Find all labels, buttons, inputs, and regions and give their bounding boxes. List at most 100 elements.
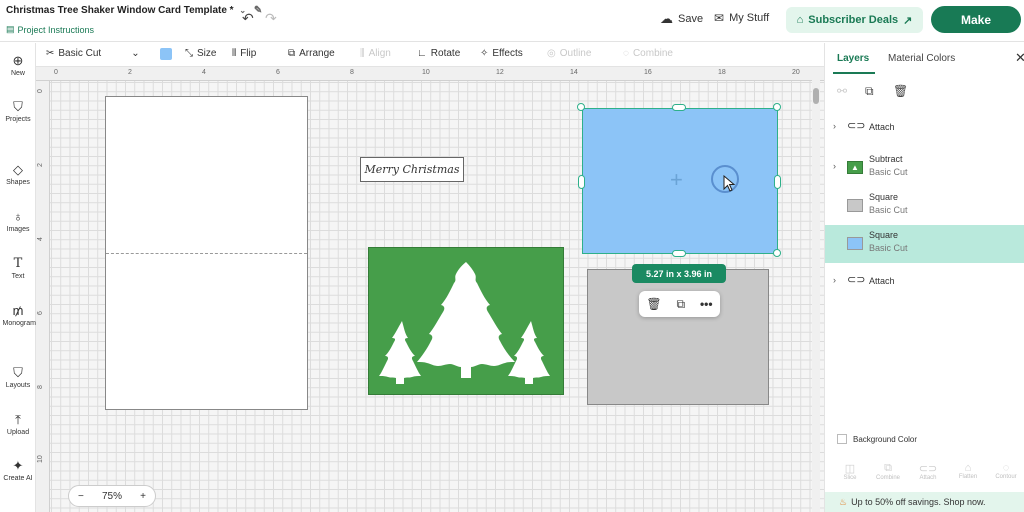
resize-handle-top[interactable]: [672, 104, 686, 111]
rotate-button[interactable]: ∟ Rotate: [417, 48, 460, 59]
combine-button[interactable]: ◌ Combine: [623, 48, 673, 59]
mail-icon: ✉: [714, 11, 725, 25]
arrange-label: Arrange: [299, 48, 335, 59]
save-button[interactable]: ☁ Save: [660, 11, 703, 27]
subscriber-deals-button[interactable]: ⌂ Subscriber Deals ↗: [786, 7, 923, 33]
make-button[interactable]: Make: [931, 6, 1021, 33]
tab-layers[interactable]: Layers: [837, 53, 869, 64]
grey-square-layer[interactable]: [587, 269, 769, 405]
layouts-icon: ⛉: [13, 365, 23, 380]
merry-christmas-text[interactable]: Merry Christmas: [360, 157, 464, 182]
combine-panel-button[interactable]: ⧉ Combine: [873, 462, 903, 481]
sidebar-label: New: [10, 70, 25, 77]
chevron-right-icon[interactable]: ›: [833, 161, 836, 171]
sidebar-item-upload[interactable]: ⤒ Upload: [0, 413, 36, 437]
resize-handle-bottom[interactable]: [672, 250, 686, 257]
trash-icon[interactable]: 🗑: [893, 84, 908, 98]
sidebar-item-text[interactable]: T Text: [0, 257, 36, 281]
contour-button[interactable]: ◌ Contour: [991, 462, 1021, 480]
sidebar-item-create-ai[interactable]: ✦ Create AI: [0, 459, 36, 483]
color-swatch[interactable]: [160, 48, 172, 60]
flame-icon: ♨: [839, 496, 848, 507]
blue-square-thumbnail: [847, 237, 863, 250]
mouse-cursor-icon: [723, 175, 736, 192]
lightbulb-icon: ♁: [13, 209, 23, 224]
more-icon[interactable]: •••: [700, 297, 713, 311]
operation-select[interactable]: ✂ Basic Cut ⌄: [46, 48, 140, 59]
blue-square-layer-selected[interactable]: +: [582, 108, 778, 254]
green-tree-panel[interactable]: [368, 247, 564, 395]
flip-button[interactable]: ⫴ Flip: [232, 48, 256, 59]
canvas-scrollbar[interactable]: [812, 80, 820, 512]
promo-banner[interactable]: ♨ Up to 50% off savings. Shop now.: [825, 492, 1024, 512]
layer-row-attach-2[interactable]: › ⊂⊃ Attach: [825, 263, 1024, 301]
pencil-icon[interactable]: ✎: [254, 5, 262, 16]
sidebar-item-projects[interactable]: ⛉ Projects: [0, 100, 36, 124]
combine-icon: ⧉: [884, 462, 892, 474]
resize-handle-left[interactable]: [578, 175, 585, 189]
flatten-icon: ⌂: [964, 462, 972, 474]
sidebar-item-layouts[interactable]: ⛉ Layouts: [0, 365, 36, 390]
dimensions-badge: 5.27 in x 3.96 in: [632, 264, 726, 283]
center-crosshair-icon: +: [670, 167, 683, 192]
resize-handle-top-right[interactable]: [773, 103, 781, 111]
promo-text: Up to 50% off savings. Shop now.: [851, 497, 986, 507]
layer-name: Attach: [869, 122, 895, 132]
sidebar-item-monogram[interactable]: ₥ Monogram: [0, 304, 36, 329]
align-icon: ⫼: [360, 48, 365, 59]
size-button[interactable]: ⤡ Size: [185, 48, 216, 59]
redo-icon[interactable]: ↷: [265, 10, 277, 27]
attach-panel-button[interactable]: ⊂⊃ Attach: [913, 462, 943, 481]
resize-handle-top-left[interactable]: [577, 103, 585, 111]
arrange-button[interactable]: ⧉ Arrange: [288, 48, 335, 59]
outline-button[interactable]: ◎ Outline: [547, 48, 591, 59]
layer-row-blue-square-selected[interactable]: Square Basic Cut: [825, 225, 1024, 263]
contour-icon: ◌: [1002, 462, 1010, 474]
effects-button[interactable]: ✧ Effects: [480, 48, 523, 59]
ruler-tick: 10: [422, 69, 430, 76]
document-title-text: Christmas Tree Shaker Window Card Templa…: [6, 5, 234, 16]
align-label: Align: [368, 48, 391, 59]
card-base[interactable]: [105, 96, 308, 410]
close-icon[interactable]: ✕: [1015, 50, 1024, 66]
document-title[interactable]: Christmas Tree Shaker Window Card Templa…: [6, 5, 262, 16]
shapes-icon: ◇: [13, 162, 23, 177]
tree-cutouts: [379, 262, 550, 384]
ungroup-icon[interactable]: ⚯: [837, 84, 847, 98]
layer-row-attach[interactable]: › ⊂⊃ Attach: [825, 109, 1024, 147]
design-canvas[interactable]: 0 2 4 6 8 10 12 14 16 18 20 0 2 4 6 8 10…: [36, 67, 824, 512]
sidebar-item-new[interactable]: ⊕ New: [0, 54, 36, 78]
align-button[interactable]: ⫼ Align: [360, 48, 391, 59]
resize-icon: ⤡: [185, 48, 193, 59]
layer-row-grey-square[interactable]: Square Basic Cut: [825, 187, 1024, 225]
slice-button[interactable]: ◫ Slice: [835, 462, 865, 481]
sidebar-item-shapes[interactable]: ◇ Shapes: [0, 162, 36, 187]
outline-label: Outline: [559, 48, 592, 59]
sidebar-item-images[interactable]: ♁ Images: [0, 209, 36, 234]
background-color-toggle[interactable]: Background Color: [837, 434, 917, 444]
background-color-label: Background Color: [853, 434, 918, 444]
project-instructions-link[interactable]: ▤ Project Instructions: [6, 24, 94, 35]
chevron-right-icon[interactable]: ›: [833, 275, 836, 285]
document-icon: ▤: [6, 24, 15, 34]
scrollbar-thumb[interactable]: [813, 88, 819, 104]
resize-handle-bottom-right[interactable]: [773, 249, 781, 257]
layer-row-subtract[interactable]: › ▲ Subtract Basic Cut: [825, 149, 1024, 187]
chevron-right-icon[interactable]: ›: [833, 121, 836, 131]
my-stuff-button[interactable]: ✉ My Stuff: [714, 11, 769, 25]
ruler-tick: 6: [276, 69, 280, 76]
background-color-checkbox[interactable]: [837, 434, 847, 444]
flatten-button[interactable]: ⌂ Flatten: [953, 462, 983, 480]
ruler-tick: 8: [350, 69, 354, 76]
undo-icon[interactable]: ↶: [242, 10, 254, 27]
zoom-out-button[interactable]: −: [78, 491, 84, 502]
zoom-in-button[interactable]: +: [140, 491, 146, 502]
trash-icon[interactable]: 🗑: [646, 297, 661, 311]
effects-label: Effects: [492, 48, 523, 59]
attach-icon: ⊂⊃: [847, 120, 866, 132]
duplicate-icon[interactable]: ⧉: [865, 84, 874, 99]
resize-handle-right[interactable]: [774, 175, 781, 189]
tab-material-colors[interactable]: Material Colors: [888, 53, 955, 64]
chevron-down-icon: ⌄: [131, 48, 140, 59]
duplicate-icon[interactable]: ⧉: [677, 297, 686, 312]
